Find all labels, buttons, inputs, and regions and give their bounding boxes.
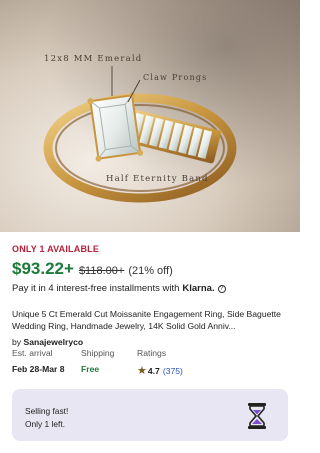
ring-illustration	[0, 0, 300, 232]
product-stats: Est. arrival Feb 28-Mar 8 Shipping Free …	[12, 348, 292, 378]
arrival-label: Est. arrival	[12, 348, 53, 358]
availability-badge: ONLY 1 AVAILABLE	[12, 244, 100, 254]
ratings-value: ★ 4.7 (375)	[137, 364, 183, 377]
stat-shipping: Shipping Free	[81, 348, 114, 374]
price-row: $93.22+ $118.00+ (21% off)	[12, 259, 292, 279]
image-label-prongs: Claw Prongs	[143, 73, 208, 82]
hourglass-icon	[248, 403, 266, 429]
selling-fast-callout: Selling fast! Only 1 left.	[12, 389, 288, 441]
klarna-installments[interactable]: Pay it in 4 interest-free installments w…	[12, 283, 292, 294]
product-info: ONLY 1 AVAILABLE $93.22+ $118.00+ (21% o…	[12, 244, 292, 347]
klarna-logo: Klarna.	[182, 283, 215, 294]
rating-count[interactable]: (375)	[163, 366, 183, 376]
discount-label: (21% off)	[128, 265, 173, 277]
product-image[interactable]: 12x8 MM Emerald Claw Prongs Half Eternit…	[0, 0, 300, 232]
star-icon: ★	[137, 365, 147, 377]
rating-score: 4.7	[147, 365, 160, 376]
product-title[interactable]: Unique 5 Ct Emerald Cut Moissanite Engag…	[12, 308, 294, 332]
seller-link[interactable]: Sanajewelryco	[23, 337, 83, 347]
current-price: $93.22+	[12, 259, 74, 278]
klarna-text: Pay it in 4 interest-free installments w…	[12, 283, 180, 294]
stat-arrival: Est. arrival Feb 28-Mar 8	[12, 348, 65, 374]
image-label-emerald: 12x8 MM Emerald	[44, 54, 143, 64]
seller-prefix: by	[12, 337, 22, 347]
callout-title: Selling fast!	[25, 406, 69, 416]
image-label-band: Half Eternity Band	[106, 174, 209, 184]
stat-ratings[interactable]: Ratings ★ 4.7 (375)	[137, 348, 183, 377]
shipping-value: Free	[81, 364, 100, 374]
arrival-value: Feb 28-Mar 8	[12, 364, 65, 374]
shipping-label: Shipping	[81, 348, 115, 358]
ratings-label: Ratings	[137, 348, 167, 358]
callout-subtitle: Only 1 left.	[25, 419, 66, 429]
original-price: $118.00+	[78, 265, 125, 277]
seller-line: by Sanajewelryco	[12, 337, 292, 347]
info-icon[interactable]: ?	[217, 284, 226, 293]
